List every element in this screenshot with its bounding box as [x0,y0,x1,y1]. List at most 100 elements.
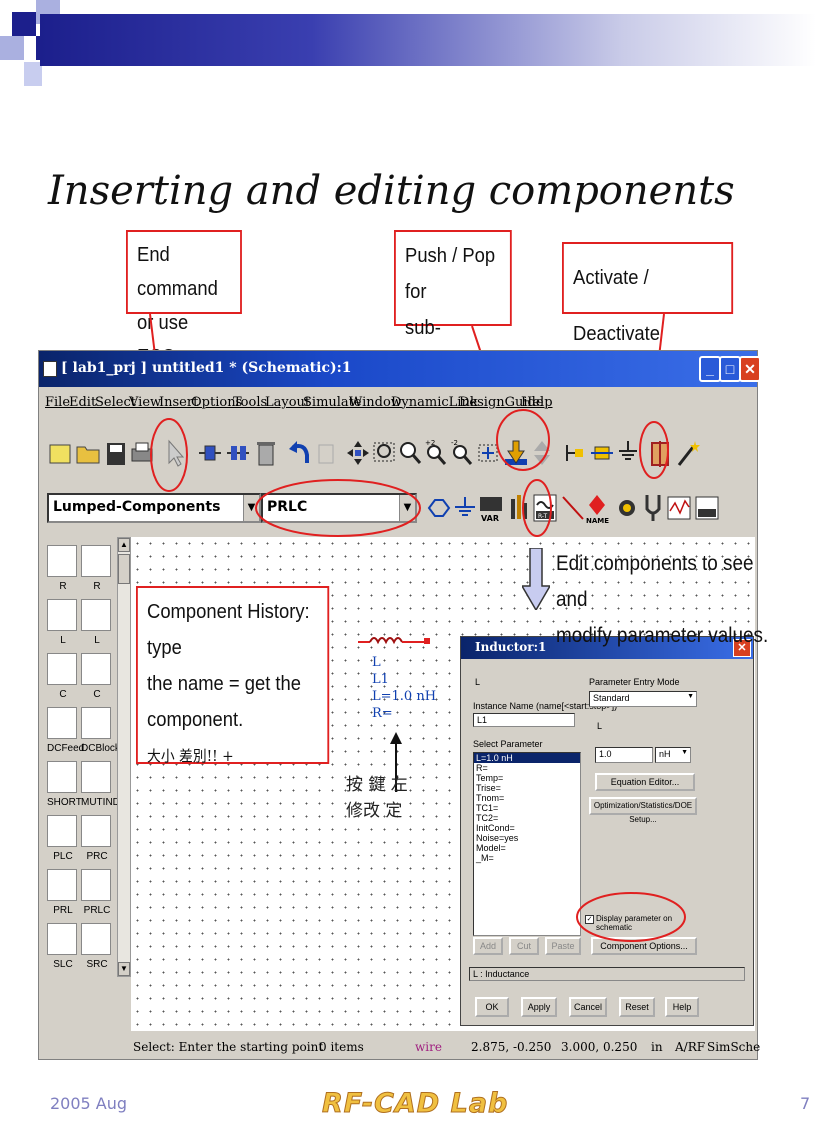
maximize-button[interactable]: □ [719,356,741,382]
open-folder-icon[interactable] [75,437,101,469]
scroll-down-icon[interactable]: ▼ [118,962,130,976]
end-command-arrow-icon[interactable] [161,437,187,469]
view-all-icon[interactable] [475,437,501,469]
palette-item-c-selected[interactable]: C [81,653,115,705]
parameter-item[interactable]: Trise= [474,783,580,793]
palette-item-slc[interactable]: SLC [47,923,81,975]
scroll-thumb[interactable] [118,554,130,584]
palette-item-dcfeed[interactable]: DCFeed [47,707,84,759]
equation-editor-button[interactable]: Equation Editor... [595,773,695,791]
deactivate-component-icon[interactable] [647,437,673,469]
parameter-item[interactable]: R= [474,763,580,773]
pop-out-hierarchy-icon[interactable] [529,437,555,469]
edit-component-icon[interactable]: R-T [531,491,559,525]
palette-item-c[interactable]: C [47,653,81,705]
palette-item-l[interactable]: L [47,599,81,651]
callout-text: the name = get the [147,673,301,695]
window-titlebar[interactable]: [ lab1_prj ] untitled1 * (Schematic):1 _… [39,351,761,387]
parameter-item[interactable]: InitCond= [474,823,580,833]
add-port-icon[interactable] [589,437,615,469]
chevron-down-icon[interactable]: ▼ [681,749,688,756]
parameter-list[interactable]: L=1.0 nH R= Temp= Trise= Tnom= TC1= TC2=… [473,752,581,936]
inductor-symbol[interactable] [356,626,436,656]
palette-item-dcblock[interactable]: DCBlock [81,707,120,759]
add-pin-icon[interactable] [563,437,589,469]
component-options-button[interactable]: Component Options... [591,937,697,955]
paste-button[interactable]: Paste [545,937,581,955]
zoom-x2-icon[interactable]: +2 [423,437,449,469]
undo-icon[interactable] [287,437,313,469]
menu-view[interactable]: View [129,395,161,410]
palette-item-prlc[interactable]: PRLC [81,869,115,921]
optimization-setup-button[interactable]: Optimization/Statistics/DOE Setup... [589,797,697,824]
new-icon[interactable] [47,437,73,469]
settings-gear-icon[interactable] [613,491,641,525]
var-equation-icon[interactable]: VAR [477,491,505,525]
parameter-item[interactable]: L=1.0 nH [474,753,580,763]
instance-name-input[interactable]: L1 [473,713,575,727]
menu-help[interactable]: Help [521,395,553,410]
palette-item-r-selected[interactable]: R [81,545,115,597]
redo-icon[interactable] [313,437,339,469]
unit-select[interactable]: nH ▼ [655,747,691,763]
ground-icon[interactable] [615,437,641,469]
display-parameter-checkbox[interactable]: ✓ Display parameter on schematic [585,913,685,932]
move-icon[interactable] [345,437,371,469]
ok-button[interactable]: OK [475,997,509,1017]
parameter-item[interactable]: TC1= [474,803,580,813]
cut-button[interactable]: Cut [509,937,539,955]
delete-trash-icon[interactable] [253,437,279,469]
checkbox-checked-icon[interactable]: ✓ [585,915,594,924]
menu-edit[interactable]: Edit [69,395,96,410]
add-button[interactable]: Add [473,937,503,955]
parameter-item[interactable]: Tnom= [474,793,580,803]
menu-tools[interactable]: Tools [233,395,267,410]
component-history-combo[interactable]: PRLC ▼ [261,493,417,523]
tuning-fork-icon[interactable] [639,491,667,525]
scroll-up-icon[interactable]: ▲ [118,538,130,552]
reset-button[interactable]: Reset [619,997,655,1017]
netlist-icon[interactable] [693,491,721,525]
chevron-down-icon[interactable]: ▼ [687,693,694,700]
insert-component-icon[interactable] [197,437,223,469]
wizard-wand-icon[interactable] [675,437,701,469]
ground-symbol-icon[interactable] [451,491,479,525]
cancel-button[interactable]: Cancel [569,997,607,1017]
insert-wire-icon[interactable] [225,437,251,469]
minimize-button[interactable]: _ [699,356,721,382]
palette-item-src[interactable]: SRC [81,923,115,975]
parameter-item[interactable]: Temp= [474,773,580,783]
parameter-item[interactable]: Model= [474,843,580,853]
palette-item-mutind[interactable]: MUTIND [81,761,120,813]
parameter-item[interactable]: _M= [474,853,580,863]
palette-item-prc[interactable]: PRC [81,815,115,867]
palette-scrollbar[interactable]: ▲ ▼ [117,537,131,977]
port-icon[interactable] [425,491,453,525]
zoom-out-icon[interactable]: -2 [449,437,475,469]
zoom-area-icon[interactable] [371,437,397,469]
chevron-down-icon[interactable]: ▼ [243,495,259,521]
parameter-item[interactable]: TC2= [474,813,580,823]
palette-item-r[interactable]: R [47,545,81,597]
entry-mode-select[interactable]: Standard ▼ [589,691,697,707]
data-display-icon[interactable] [665,491,693,525]
library-combo[interactable]: Lumped-Components ▼ [47,493,261,523]
palette-item-short[interactable]: SHORT [47,761,82,813]
palette-item-plc[interactable]: PLC [47,815,81,867]
parameter-value-input[interactable]: 1.0 [595,747,653,763]
zoom-in-icon[interactable] [397,437,423,469]
save-icon[interactable] [103,437,129,469]
chevron-down-icon[interactable]: ▼ [399,495,415,521]
palette-item-prl[interactable]: PRL [47,869,81,921]
apply-button[interactable]: Apply [521,997,557,1017]
simulation-controller-icon[interactable] [505,491,533,525]
push-into-hierarchy-icon[interactable] [503,437,529,469]
menu-file[interactable]: File [45,395,70,410]
print-icon[interactable] [129,437,155,469]
parameter-item[interactable]: Noise=yes [474,833,580,843]
palette-item-l-selected[interactable]: L [81,599,115,651]
close-button[interactable]: ✕ [739,356,761,382]
name-node-icon[interactable]: NAME [583,491,611,525]
help-button[interactable]: Help [665,997,699,1017]
palette-label: SHORT [47,797,82,808]
